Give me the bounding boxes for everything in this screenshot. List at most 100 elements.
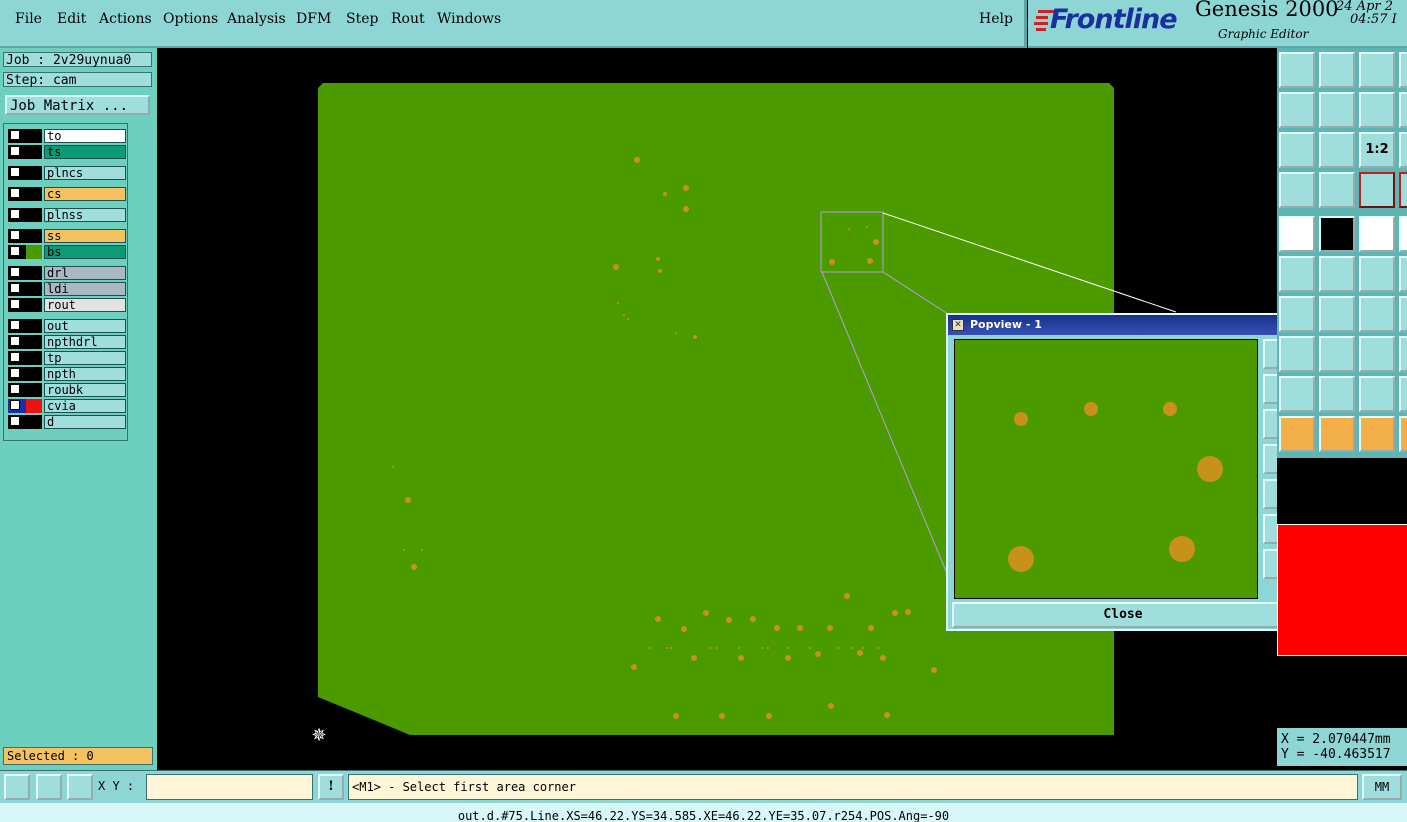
settings-icon[interactable] [1279,172,1315,208]
layer-name[interactable]: tp [44,351,126,365]
zoom-1-2-icon[interactable]: 1:2 [1359,132,1395,168]
popview-viewport[interactable] [954,339,1258,599]
layer-row-roubk[interactable]: roubk [8,383,126,397]
layer-name[interactable]: ts [44,145,126,159]
layer-color-swatch[interactable] [26,335,42,349]
segment-icon[interactable] [1359,256,1395,292]
window-menu-icon[interactable]: ✕ [952,319,964,331]
tool-icon[interactable] [1399,256,1407,292]
layer-name[interactable]: rout [44,298,126,312]
layer-checkbox[interactable] [8,351,26,365]
layer-color-swatch[interactable] [26,399,42,413]
layer-name[interactable]: npth [44,367,126,381]
layer-name[interactable]: plncs [44,166,126,180]
layer-color-swatch[interactable] [26,145,42,159]
layer-name[interactable]: plnss [44,208,126,222]
menu-windows[interactable]: Windows [437,11,501,27]
circle-icon[interactable] [1279,336,1315,372]
diagonal-icon[interactable] [1319,296,1355,332]
layer-row-bs[interactable]: bs [8,245,126,259]
grid-icon[interactable] [67,774,93,800]
layer-checkbox[interactable] [8,367,26,381]
job-matrix-button[interactable]: Job Matrix ... [5,95,150,115]
layer-row-drl[interactable]: drl [8,266,126,280]
units-button[interactable]: MM [1362,774,1402,800]
layer-checkbox[interactable] [8,208,26,222]
zoom-area-icon[interactable] [4,774,30,800]
layer-checkbox[interactable] [8,245,26,259]
layer-color-swatch[interactable] [26,282,42,296]
layer-name[interactable]: cs [44,187,126,201]
layer-color-swatch[interactable] [26,187,42,201]
select-icon[interactable] [1279,416,1315,452]
layer-color-swatch[interactable] [26,229,42,243]
layer-color-swatch[interactable] [26,319,42,333]
pad-icon[interactable] [1279,216,1315,252]
tool-icon[interactable] [1399,132,1407,168]
angle-icon[interactable] [1279,296,1315,332]
layer-name[interactable]: ss [44,229,126,243]
layer-row-to[interactable]: to [8,129,126,143]
layer-checkbox[interactable] [8,187,26,201]
layer-checkbox[interactable] [8,399,26,413]
layer-checkbox[interactable] [8,298,26,312]
layer-row-ss[interactable]: ss [8,229,126,243]
layer-checkbox[interactable] [8,335,26,349]
layer-checkbox[interactable] [8,145,26,159]
tool-icon[interactable] [1399,216,1407,252]
layer-name[interactable]: ldi [44,282,126,296]
layer-name[interactable]: cvia [44,399,126,413]
tool-icon[interactable] [1399,92,1407,128]
menu-file[interactable]: File [15,11,42,27]
layer-color-swatch[interactable] [26,166,42,180]
layer-name[interactable]: roubk [44,383,126,397]
layer-color-swatch[interactable] [26,208,42,222]
menu-options[interactable]: Options [163,11,218,27]
popview-close-button[interactable]: Close [952,602,1294,628]
layer-row-cvia[interactable]: cvia [8,399,126,413]
menu-edit[interactable]: Edit [57,11,86,27]
xy-input[interactable] [146,774,313,800]
layer-row-d[interactable]: d [8,415,126,429]
menu-dfm[interactable]: DFM [296,11,331,27]
alert-icon[interactable]: ! [318,774,344,800]
arc-icon[interactable] [1359,296,1395,332]
menu-help[interactable]: Help [979,11,1013,27]
line-tool-icon[interactable] [1319,216,1355,252]
layer-checkbox[interactable] [8,266,26,280]
layer-color-swatch[interactable] [26,298,42,312]
zoom-fit-icon[interactable] [1279,132,1315,168]
layer-row-tp[interactable]: tp [8,351,126,365]
layer-checkbox[interactable] [8,383,26,397]
layer-checkbox[interactable] [8,415,26,429]
layer-name[interactable]: out [44,319,126,333]
layer-checkbox[interactable] [8,166,26,180]
pointer-icon[interactable] [1319,416,1355,452]
layer-name[interactable]: npthdrl [44,335,126,349]
layer-color-swatch[interactable] [26,245,42,259]
menu-rout[interactable]: Rout [391,11,425,27]
tool-icon[interactable] [1399,172,1407,208]
layer-checkbox[interactable] [8,319,26,333]
layer-row-npth[interactable]: npth [8,367,126,381]
triangle-bold-icon[interactable] [1359,376,1395,412]
layer-row-ldi[interactable]: ldi [8,282,126,296]
pan-down-icon[interactable] [1319,52,1355,88]
tool-icon[interactable] [1399,52,1407,88]
pan-left-icon[interactable] [1279,92,1315,128]
layer-row-cs[interactable]: cs [8,187,126,201]
pan-up-icon[interactable] [1279,52,1315,88]
layer-color-swatch[interactable] [26,415,42,429]
layer-color-swatch[interactable] [26,129,42,143]
layer-row-plnss[interactable]: plnss [8,208,126,222]
layer-color-swatch[interactable] [26,383,42,397]
layer-row-rout[interactable]: rout [8,298,126,312]
tool-icon[interactable] [1399,376,1407,412]
cross-icon[interactable] [1319,256,1355,292]
tool-icon[interactable] [1399,296,1407,332]
layer-name[interactable]: drl [44,266,126,280]
layer-row-out[interactable]: out [8,319,126,333]
ruler-icon[interactable] [1359,216,1395,252]
distance-icon[interactable] [1359,336,1395,372]
pan-right-icon[interactable] [1319,92,1355,128]
